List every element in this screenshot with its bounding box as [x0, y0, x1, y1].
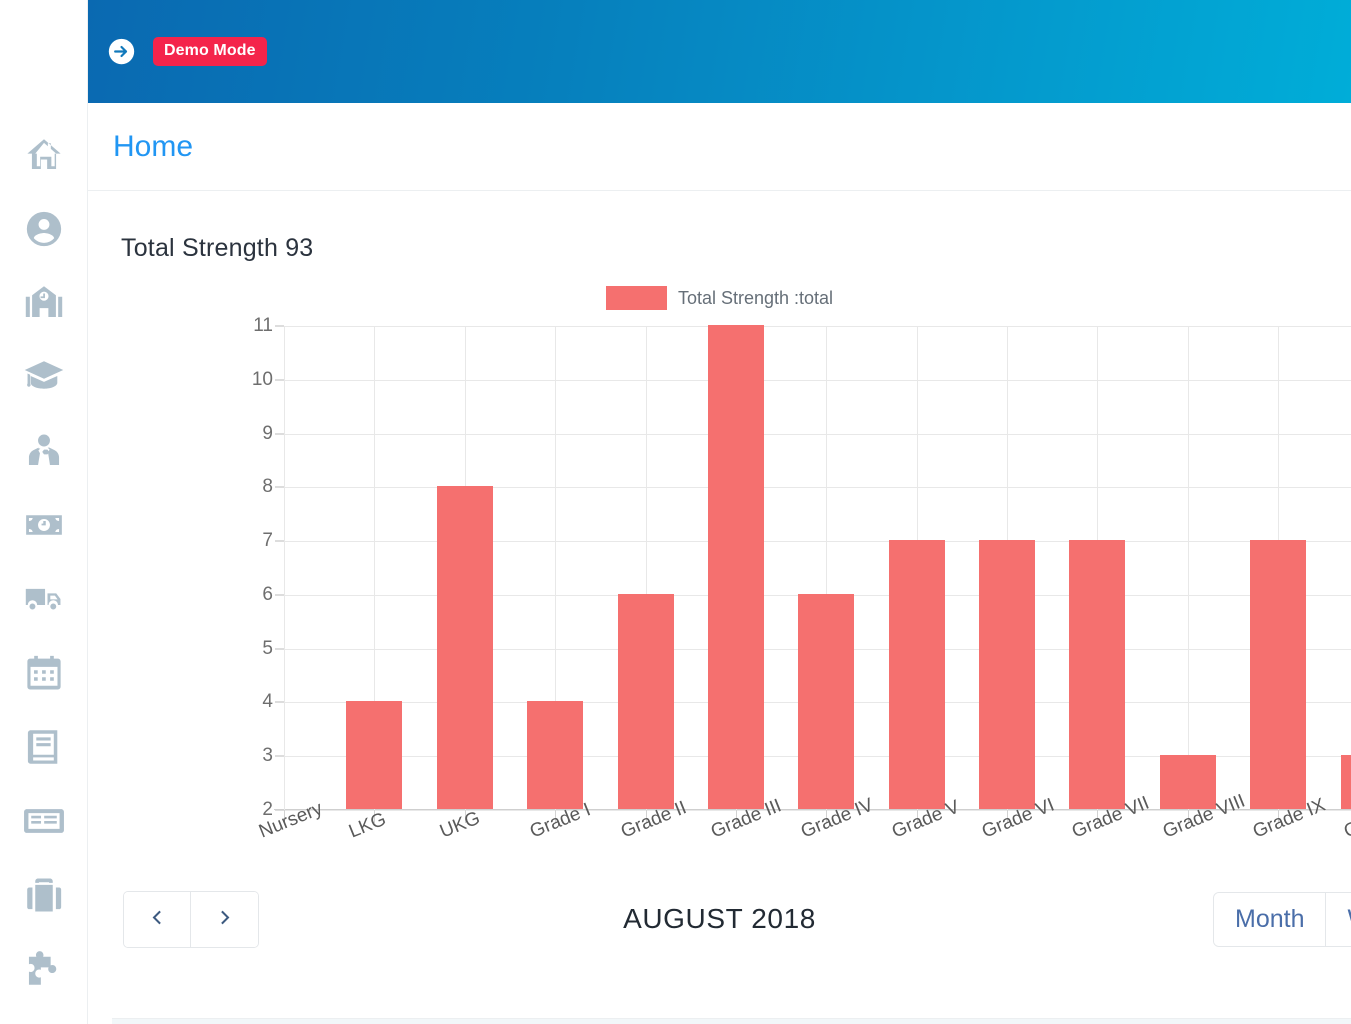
strength-chart-card: Total Strength 93 Total Strength :total …: [88, 191, 1351, 986]
y-axis-tick-label: 2: [213, 799, 273, 821]
chart-footer-controls: AUGUST 2018 Month We: [88, 891, 1351, 951]
range-toggle-group: Month We: [1214, 893, 1351, 946]
x-axis-tick-label: LKG: [346, 809, 390, 844]
chart-bar[interactable]: [889, 540, 945, 809]
range-button-week[interactable]: We: [1326, 893, 1351, 946]
y-axis-tick-mark: [275, 702, 284, 703]
next-card-top-edge: [112, 1018, 1351, 1024]
user-icon: [23, 208, 65, 250]
y-axis-tick-label: 7: [213, 530, 273, 552]
y-axis-tick-mark: [275, 433, 284, 434]
sidebar-item-user[interactable]: [0, 192, 88, 266]
total-strength-chart: Total Strength :total 234567891011Nurser…: [88, 286, 1351, 866]
current-period-label: AUGUST 2018: [88, 891, 1351, 946]
sidebar-item-finance[interactable]: [0, 488, 88, 562]
breadcrumb: Home: [88, 103, 1351, 191]
chart-bar[interactable]: [346, 701, 402, 809]
chart-legend: Total Strength :total: [88, 286, 1351, 310]
y-axis-tick-label: 5: [213, 638, 273, 660]
top-bar: Demo Mode: [88, 0, 1351, 103]
sidebar-item-academics[interactable]: [0, 340, 88, 414]
chart-gridline-horizontal: [284, 326, 1351, 327]
sidebar-item-transport[interactable]: [0, 562, 88, 636]
y-axis-tick-mark: [275, 594, 284, 595]
graduation-cap-icon: [23, 356, 65, 398]
chart-bar[interactable]: [437, 486, 493, 809]
sidebar-item-library[interactable]: [0, 710, 88, 784]
briefcase-icon: [23, 874, 65, 916]
sidebar-item-records[interactable]: [0, 784, 88, 858]
book-icon: [23, 726, 65, 768]
chart-bar[interactable]: [1341, 755, 1351, 809]
y-axis-tick-mark: [275, 756, 284, 757]
app-root: Demo Mode Home Total Strength 93 Total S…: [0, 0, 1351, 1024]
chart-plot-area: 234567891011NurseryLKGUKGGrade IGrade II…: [284, 326, 1351, 810]
y-axis-tick-label: 9: [213, 423, 273, 445]
y-axis-tick-label: 3: [213, 745, 273, 767]
y-axis-tick-mark: [275, 487, 284, 488]
chart-bar[interactable]: [708, 325, 764, 809]
chart-gridline-horizontal: [284, 380, 1351, 381]
sidebar-item-home[interactable]: [0, 118, 88, 192]
chart-bar[interactable]: [1160, 755, 1216, 809]
range-button-month[interactable]: Month: [1214, 893, 1326, 946]
chart-bar[interactable]: [798, 594, 854, 809]
y-axis-tick-mark: [275, 648, 284, 649]
sidebar-item-addons[interactable]: [0, 932, 88, 1006]
y-axis-tick-label: 11: [213, 315, 273, 337]
y-axis-tick-label: 8: [213, 476, 273, 498]
id-card-icon: [23, 800, 65, 842]
legend-label-total-strength: Total Strength :total: [678, 288, 833, 309]
chart-plot-inner: 234567891011NurseryLKGUKGGrade IGrade II…: [284, 326, 1351, 810]
chart-gridline-vertical: [284, 326, 285, 810]
sidebar-item-hostel[interactable]: [0, 858, 88, 932]
calendar-icon: [23, 652, 65, 694]
sidebar-item-school[interactable]: [0, 266, 88, 340]
chart-gridline-horizontal: [284, 434, 1351, 435]
y-axis-tick-label: 4: [213, 691, 273, 713]
x-axis-tick-label: UKG: [437, 808, 483, 844]
breadcrumb-home-link[interactable]: Home: [113, 130, 193, 164]
truck-icon: [23, 578, 65, 620]
legend-swatch-total-strength: [606, 286, 667, 310]
y-axis-tick-label: 10: [213, 369, 273, 391]
money-icon: [23, 504, 65, 546]
staff-icon: [23, 430, 65, 472]
chart-gridline-vertical: [1188, 326, 1189, 810]
chart-bar[interactable]: [1250, 540, 1306, 809]
arrow-circle-right-icon[interactable]: [107, 37, 136, 66]
page-title: Total Strength 93: [121, 234, 313, 263]
sidebar-item-calendar[interactable]: [0, 636, 88, 710]
sidebar: [0, 0, 88, 1024]
y-axis-tick-mark: [275, 541, 284, 542]
chart-bar[interactable]: [1069, 540, 1125, 809]
school-icon: [23, 282, 65, 324]
chart-bar[interactable]: [527, 701, 583, 809]
demo-mode-badge: Demo Mode: [153, 37, 267, 66]
home-icon: [23, 134, 65, 176]
y-axis-tick-mark: [275, 379, 284, 380]
puzzle-icon: [23, 948, 65, 990]
chart-bar[interactable]: [979, 540, 1035, 809]
y-axis-tick-mark: [275, 326, 284, 327]
y-axis-tick-label: 6: [213, 584, 273, 606]
chart-bar[interactable]: [618, 594, 674, 809]
sidebar-item-staff[interactable]: [0, 414, 88, 488]
